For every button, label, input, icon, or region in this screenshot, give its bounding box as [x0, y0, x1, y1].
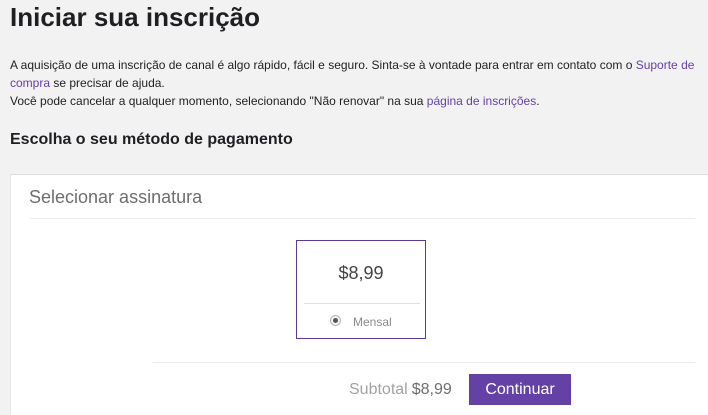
monthly-plan-card[interactable]: $8,99 Mensal — [296, 240, 426, 339]
subtotal-value: $8,99 — [411, 381, 452, 398]
plan-price: $8,99 — [338, 263, 384, 283]
continue-button[interactable]: Continuar — [469, 374, 571, 405]
radio-selected-dot — [333, 318, 338, 323]
intro-text-part: Você pode cancelar a qualquer momento, s… — [10, 94, 427, 108]
intro-text: A aquisição de uma inscrição de canal é … — [10, 56, 704, 110]
subscription-panel-title: Selecionar assinatura — [29, 187, 203, 207]
intro-text-part: A aquisição de uma inscrição de canal é … — [10, 58, 636, 72]
intro-text-part: . — [536, 94, 540, 108]
payment-method-heading: Escolha o seu método de pagamento — [10, 131, 293, 148]
divider — [29, 218, 695, 219]
divider — [304, 303, 420, 304]
subscriptions-page-link[interactable]: página de inscrições — [427, 94, 536, 108]
divider — [153, 362, 695, 363]
subscription-panel: Selecionar assinatura $8,99 Mensal Subto… — [10, 174, 708, 415]
plan-radio-button[interactable] — [330, 315, 341, 326]
intro-text-part: se precisar de ajuda. — [50, 76, 165, 90]
subtotal-label: Subtotal — [349, 381, 408, 398]
page-title: Iniciar sua inscrição — [10, 2, 261, 32]
subtotal: Subtotal $8,99 — [349, 381, 452, 399]
plan-period-label: Mensal — [353, 315, 392, 329]
